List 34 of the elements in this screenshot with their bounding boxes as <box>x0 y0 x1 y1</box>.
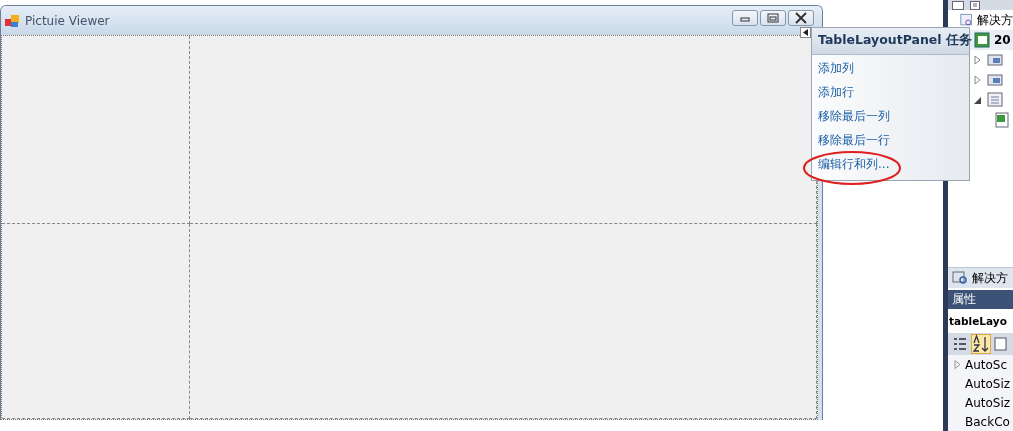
minimize-button[interactable] <box>732 9 758 26</box>
csharp-project-icon <box>974 32 990 48</box>
toolbar-icon[interactable] <box>952 1 964 10</box>
task-link[interactable]: 移除最后一列 <box>818 108 890 125</box>
maximize-icon <box>766 11 780 24</box>
project-label[interactable]: 20 <box>994 33 1011 47</box>
sort-alphabetical-icon[interactable] <box>971 334 991 354</box>
property-name: AutoSiz <box>965 395 1011 410</box>
collapse-arrow-icon[interactable] <box>974 96 983 104</box>
window-title: Pictuie Viewer <box>25 13 111 28</box>
property-pages-icon[interactable] <box>994 336 1008 352</box>
app-icon <box>5 13 20 28</box>
task-link[interactable]: 添加行 <box>818 84 854 101</box>
solution-label[interactable]: 解决方 <box>977 11 1013 29</box>
close-button[interactable] <box>788 9 814 26</box>
task-link[interactable]: 移除最后一行 <box>818 132 890 149</box>
smart-tag-glyph[interactable] <box>800 27 811 38</box>
folder-icon[interactable] <box>987 52 1003 68</box>
folder-icon[interactable] <box>987 72 1003 88</box>
property-name: AutoSc <box>965 357 1008 372</box>
panel-title: 属性 <box>952 291 976 308</box>
expand-arrow-icon[interactable] <box>954 360 961 369</box>
task-link[interactable]: 添加列 <box>818 60 854 77</box>
expand-arrow-icon[interactable] <box>974 76 983 84</box>
property-name: BackCo <box>965 414 1010 429</box>
close-icon <box>794 11 808 24</box>
toolbar-icon[interactable] <box>970 1 982 10</box>
file-icon[interactable] <box>994 112 1010 128</box>
object-name: tableLayo <box>949 315 1007 327</box>
solution-explorer-icon <box>952 271 968 285</box>
expand-arrow-icon[interactable] <box>974 56 983 64</box>
solution-icon <box>960 12 973 28</box>
categorized-icon[interactable] <box>952 336 968 352</box>
property-name: AutoSiz <box>965 376 1011 391</box>
